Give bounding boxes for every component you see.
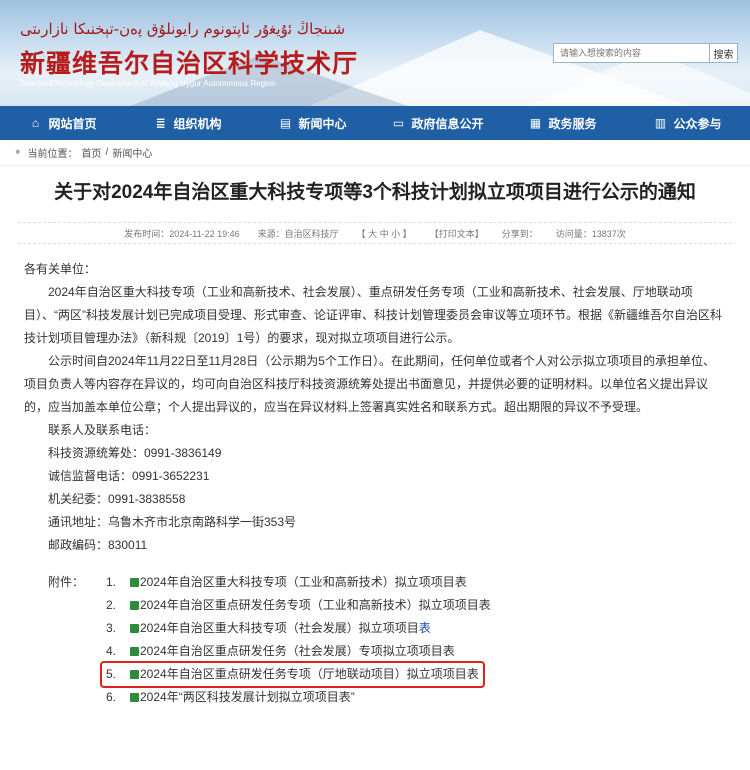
paragraph: 2024年自治区重大科技专项（工业和高新技术、社会发展）、重点研发任务专项（工业… — [24, 285, 722, 345]
nav-label: 政府信息公开 — [411, 116, 484, 131]
layers-icon: ≣ — [155, 116, 166, 130]
attachment-item: 5. 2024年自治区重点研发任务专项（厅地联动项目）拟立项项目表 — [24, 661, 724, 688]
attachment-link-tail[interactable]: 表 — [419, 617, 431, 640]
nav-label: 新闻中心 — [298, 116, 347, 131]
excel-file-icon — [130, 624, 139, 633]
excel-file-icon — [130, 578, 139, 587]
document-icon: ▥ — [654, 116, 667, 130]
attachment-number: 1. — [106, 575, 117, 589]
salutation: 各有关单位： — [24, 262, 97, 276]
nav-item-services[interactable]: ▦ 政务服务 — [500, 106, 625, 140]
attachment-item: 3. 2024年自治区重大科技专项（社会发展）拟立项项目表 — [24, 617, 724, 640]
site-title-english: Science&Technology Department of Xinjian… — [20, 79, 276, 88]
nav-item-organization[interactable]: ≣ 组织机构 — [125, 106, 250, 140]
excel-file-icon — [130, 670, 139, 679]
attachment-link[interactable]: 2024年自治区重点研发任务专项（厅地联动项目）拟立项项目表 — [140, 663, 479, 686]
contact-line: 科技资源统筹处：0991-3836149 — [48, 446, 222, 460]
article-title: 关于对2024年自治区重大科技专项等3个科技计划拟立项项目进行公示的通知 — [54, 182, 696, 203]
search-input[interactable] — [553, 43, 710, 63]
attachment-item: 6. 2024年“两区科技发展计划拟立项项目表” — [24, 686, 724, 709]
attachment-link[interactable]: 2024年自治区重大科技专项（社会发展）拟立项项目 — [140, 617, 419, 640]
breadcrumb-prefix: 当前位置： — [27, 149, 78, 160]
attachments-label: 附件： — [48, 575, 85, 589]
nav-item-home[interactable]: ⌂ 网站首页 — [0, 106, 125, 140]
paragraph: 公示时间自2024年11月22日至11月28日（公示期为5个工作日）。在此期间，… — [24, 354, 715, 414]
article-source: 来源：自治区科技厅 — [257, 228, 339, 239]
site-header: ﺷﯩﻨﺠﺎڭ ﺋۇﻳﻐۇر ﺋﺎﭘﺘﻮﻧﻮﻡ ﺭﺍﻳﻮﻧﻠﯘﻕ ﭘەن-ﺗﯧﺨﻨ… — [0, 0, 750, 106]
attachment-link[interactable]: 2024年自治区重大科技专项（工业和高新技术）拟立项项目表 — [140, 571, 467, 594]
attachment-link[interactable]: 2024年自治区重点研发任务专项（工业和高新技术）拟立项项目表 — [140, 594, 491, 617]
home-icon: ⌂ — [31, 116, 40, 130]
attachment-link[interactable]: 2024年“两区科技发展计划拟立项项目表” — [140, 686, 355, 709]
share-label: 分享到： — [501, 228, 538, 239]
search-box: 搜索 — [553, 43, 738, 63]
chart-icon: ▦ — [529, 116, 542, 130]
contact-line: 机关纪委：0991-3838558 — [48, 492, 186, 506]
excel-file-icon — [130, 601, 139, 610]
news-icon: ▤ — [279, 116, 292, 130]
attachment-number: 2. — [106, 598, 117, 612]
site-title-uyghur: ﺷﯩﻨﺠﺎڭ ﺋۇﻳﻐۇر ﺋﺎﭘﺘﻮﻧﻮﻡ ﺭﺍﻳﻮﻧﻠﯘﻕ ﭘەن-ﺗﯧﺨﻨ… — [20, 20, 346, 38]
contact-line: 诚信监督电话：0991-3652231 — [48, 469, 210, 483]
nav-label: 组织机构 — [173, 116, 222, 131]
nav-label: 政务服务 — [548, 116, 597, 131]
article-body: 各有关单位： 2024年自治区重大科技专项（工业和高新技术、社会发展）、重点研发… — [0, 244, 750, 709]
site-title[interactable]: 新疆维吾尔自治区科学技术厅 — [20, 44, 358, 80]
nav-item-news[interactable]: ▤ 新闻中心 — [250, 106, 375, 140]
attachment-item: 2. 2024年自治区重点研发任务专项（工业和高新技术）拟立项项目表 — [24, 594, 724, 617]
attachment-item: 附件： 1. 2024年自治区重大科技专项（工业和高新技术）拟立项项目表 — [24, 571, 724, 594]
attachment-number: 4. — [106, 644, 117, 658]
location-icon: ⚫ — [14, 147, 22, 157]
attachment-number: 6. — [106, 690, 117, 704]
attachment-link[interactable]: 2024年自治区重点研发任务（社会发展）专项拟立项项目表 — [140, 640, 455, 663]
nav-label: 公众参与 — [673, 116, 722, 131]
nav-label: 网站首页 — [48, 116, 97, 131]
excel-file-icon — [130, 647, 139, 656]
search-button[interactable]: 搜索 — [710, 43, 738, 63]
print-button[interactable]: 【打印文本】 — [430, 227, 484, 240]
nav-item-public[interactable]: ▥ 公众参与 — [625, 106, 750, 140]
main-nav: ⌂ 网站首页 ≣ 组织机构 ▤ 新闻中心 ▭ 政府信息公开 ▦ 政务服务 ▥ 公… — [0, 106, 750, 140]
breadcrumb: ⚫ 当前位置： 首页 / 新闻中心 — [0, 140, 750, 166]
excel-file-icon — [130, 693, 139, 702]
folder-icon: ▭ — [392, 116, 405, 130]
contact-line: 通讯地址：乌鲁木齐市北京南路科学一街353号 — [48, 515, 297, 529]
breadcrumb-current[interactable]: 新闻中心 — [112, 145, 152, 160]
breadcrumb-home[interactable]: 首页 — [82, 145, 102, 160]
article-meta: 发布时间：2024-11-22 19:46 来源：自治区科技厅 【 大 中 小 … — [18, 222, 732, 244]
attachment-number: 3. — [106, 621, 117, 635]
view-count: 访问量：13837次 — [555, 228, 626, 239]
attachment-number: 5. — [106, 667, 117, 681]
highlighted-attachment[interactable]: 5. 2024年自治区重点研发任务专项（厅地联动项目）拟立项项目表 — [100, 661, 485, 688]
publish-time: 发布时间：2024-11-22 19:46 — [124, 228, 240, 239]
contact-line: 邮政编码：830011 — [48, 538, 148, 552]
font-size-selector[interactable]: 【 大 中 小 】 — [357, 227, 412, 240]
nav-item-gov-info[interactable]: ▭ 政府信息公开 — [375, 106, 500, 140]
breadcrumb-separator: / — [105, 147, 109, 158]
attachment-item: 4. 2024年自治区重点研发任务（社会发展）专项拟立项项目表 — [24, 640, 724, 663]
contacts-heading: 联系人及联系电话： — [48, 423, 157, 437]
